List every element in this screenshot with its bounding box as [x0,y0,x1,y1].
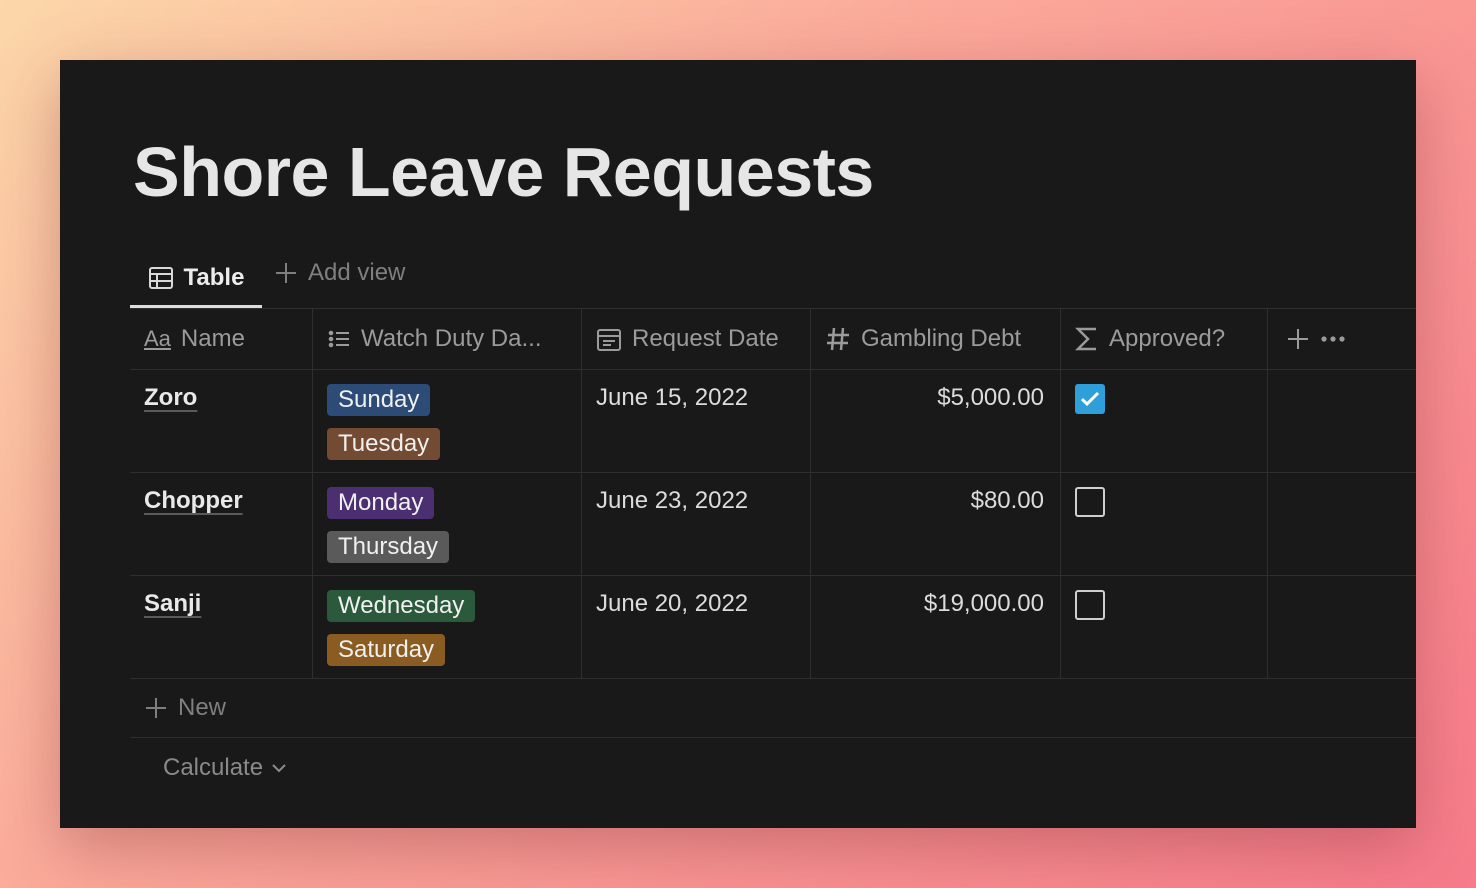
day-tag: Wednesday [327,590,476,622]
request-date-cell[interactable]: June 20, 2022 [582,576,811,678]
add-view-button[interactable]: Add view [274,250,405,296]
approved-cell [1061,473,1268,575]
calendar-icon [596,326,622,352]
table-row[interactable]: Chopper Monday Thursday June 23, 2022 $8… [130,473,1416,576]
column-header-label: Request Date [632,325,779,352]
header-actions [1268,309,1416,369]
gambling-debt-cell[interactable]: $5,000.00 [811,370,1061,472]
table-row[interactable]: Sanji Wednesday Saturday June 20, 2022 $… [130,576,1416,679]
approved-cell [1061,576,1268,678]
approved-cell [1061,370,1268,472]
day-tag: Thursday [327,531,450,563]
column-header-label: Watch Duty Da... [361,325,542,352]
column-header-label: Gambling Debt [861,325,1022,352]
tab-table-label: Table [183,263,245,291]
approved-checkbox[interactable] [1075,487,1105,517]
empty-cell [1268,576,1416,678]
request-date-cell[interactable]: June 15, 2022 [582,370,811,472]
new-row-button[interactable]: New [130,679,1416,738]
empty-cell [1268,473,1416,575]
approved-checkbox[interactable] [1075,590,1105,620]
name-cell[interactable]: Sanji [130,576,313,678]
calculate-label: Calculate [163,754,264,781]
column-header-gambling-debt[interactable]: Gambling Debt [811,309,1061,369]
tab-table[interactable]: Table [130,250,262,308]
list-icon [327,327,351,351]
gambling-debt-cell[interactable]: $80.00 [811,473,1061,575]
column-header-request-date[interactable]: Request Date [582,309,811,369]
database-table: Aa Name Watch Duty Da... Request Date Ga… [130,308,1416,798]
name-cell[interactable]: Chopper [130,473,313,575]
table-header-row: Aa Name Watch Duty Da... Request Date Ga… [130,309,1416,370]
column-header-label: Name [180,325,245,352]
name-cell[interactable]: Zoro [130,370,313,472]
empty-cell [1268,370,1416,472]
view-tabs: Table Add view [130,250,1416,308]
page-title: Shore Leave Requests [133,133,874,211]
notion-window: Shore Leave Requests Table Add view Aa N… [60,60,1416,828]
text-type-icon: Aa [144,326,171,351]
gambling-debt-cell[interactable]: $19,000.00 [811,576,1061,678]
table-icon [148,265,174,291]
chevron-down-icon [271,763,287,773]
column-header-name[interactable]: Aa Name [130,309,313,369]
sigma-icon [1075,326,1099,352]
column-header-watch-duty[interactable]: Watch Duty Da... [313,309,582,369]
table-row[interactable]: Zoro Sunday Tuesday June 15, 2022 $5,000… [130,370,1416,473]
column-header-label: Approved? [1109,325,1226,352]
checkmark-icon [1080,391,1100,407]
watch-duty-cell[interactable]: Sunday Tuesday [313,370,582,472]
add-column-icon[interactable] [1286,327,1310,351]
day-tag: Saturday [327,634,446,666]
plus-icon [274,261,298,285]
row-name[interactable]: Chopper [144,487,243,514]
watch-duty-cell[interactable]: Wednesday Saturday [313,576,582,678]
add-view-label: Add view [308,259,406,286]
more-options-icon[interactable] [1320,335,1346,343]
row-name[interactable]: Zoro [144,384,197,411]
column-header-approved[interactable]: Approved? [1061,309,1268,369]
calculate-button[interactable]: Calculate [130,738,1416,798]
day-tag: Tuesday [327,428,441,460]
row-name[interactable]: Sanji [144,590,201,617]
day-tag: Monday [327,487,435,519]
number-icon [825,326,851,352]
new-row-label: New [178,694,227,721]
plus-icon [144,696,168,720]
watch-duty-cell[interactable]: Monday Thursday [313,473,582,575]
approved-checkbox[interactable] [1075,384,1105,414]
request-date-cell[interactable]: June 23, 2022 [582,473,811,575]
day-tag: Sunday [327,384,431,416]
